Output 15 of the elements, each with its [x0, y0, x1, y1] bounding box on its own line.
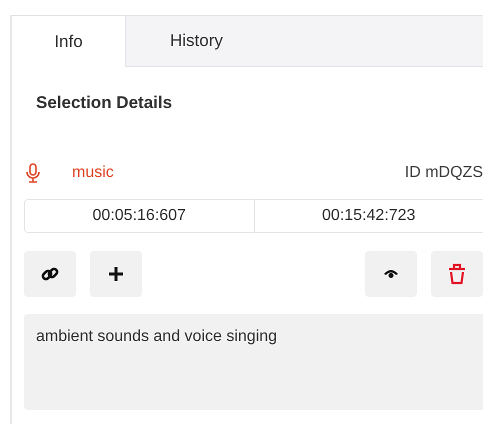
- delete-button[interactable]: [431, 251, 483, 297]
- section-heading: Selection Details: [35, 92, 174, 114]
- tab[interactable]: Info: [12, 16, 126, 67]
- region-label: music: [72, 164, 115, 182]
- notes-field[interactable]: ambient sounds and voice singing: [24, 314, 483, 410]
- eye-icon: [383, 268, 399, 280]
- link-icon: [41, 265, 59, 283]
- region-id: ID mDQZS: [404, 164, 483, 182]
- trash-icon: [448, 263, 466, 285]
- add-button[interactable]: [90, 251, 142, 297]
- microphone-icon: [26, 163, 40, 183]
- visibility-button[interactable]: [365, 251, 417, 297]
- plus-icon: [107, 265, 125, 283]
- link-button[interactable]: [24, 251, 76, 297]
- tab[interactable]: History: [126, 16, 265, 66]
